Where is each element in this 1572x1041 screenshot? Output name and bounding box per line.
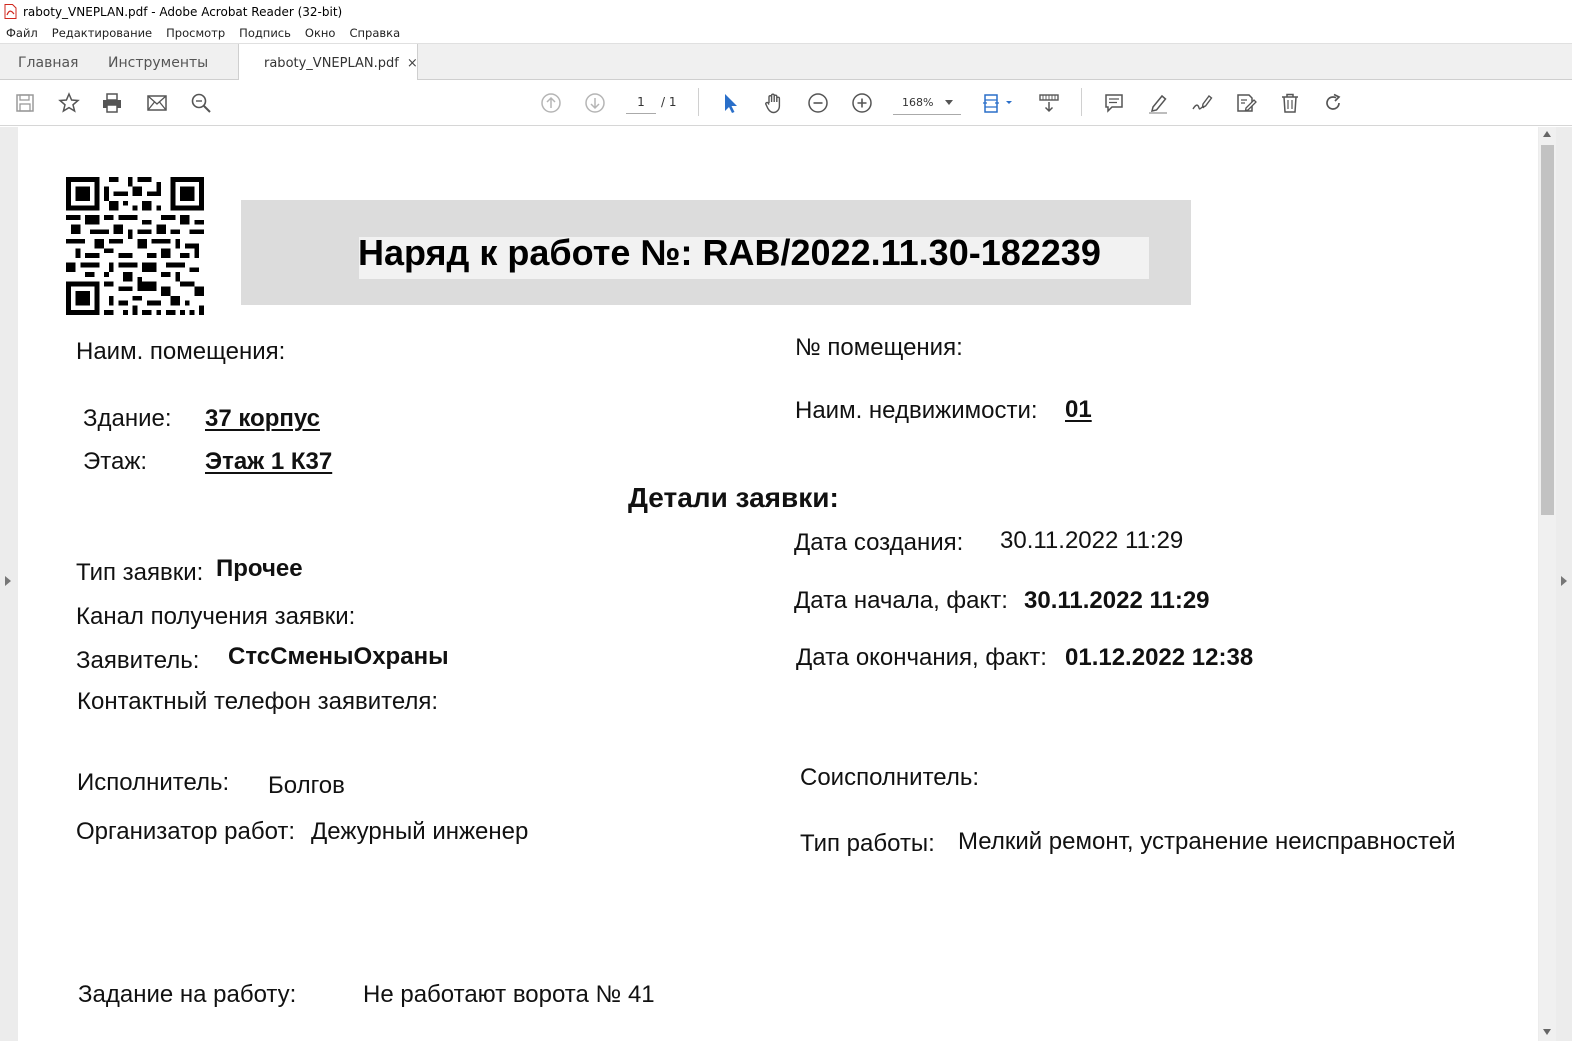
created-label: Дата создания: bbox=[794, 529, 964, 556]
floor-label: Этаж: bbox=[83, 448, 148, 475]
fill-sign-icon[interactable] bbox=[1234, 91, 1258, 115]
fit-page-icon[interactable] bbox=[981, 91, 1015, 115]
coexecutor-label: Соисполнитель: bbox=[800, 764, 980, 791]
building-value: 37 корпус bbox=[205, 405, 320, 432]
page-total: / 1 bbox=[661, 95, 677, 109]
building-label: Здание: bbox=[83, 405, 172, 432]
floor-value: Этаж 1 К37 bbox=[205, 448, 333, 475]
start-label: Дата начала, факт: bbox=[794, 587, 1008, 614]
work-type-value: Мелкий ремонт, устранение неисправностей bbox=[958, 828, 1456, 855]
channel-label: Канал получения заявки: bbox=[76, 603, 356, 630]
menu-bar: Файл Редактирование Просмотр Подпись Окн… bbox=[0, 23, 1572, 43]
window-title: raboty_VNEPLAN.pdf - Adobe Acrobat Reade… bbox=[23, 4, 343, 19]
page-down-icon[interactable] bbox=[583, 91, 607, 115]
save-icon[interactable] bbox=[13, 91, 37, 115]
toolbar-separator-2 bbox=[1081, 88, 1082, 116]
menu-edit[interactable]: Редактирование bbox=[52, 26, 152, 40]
zoom-in-icon[interactable] bbox=[850, 91, 874, 115]
document-title: Наряд к работе №: RAB/2022.11.30-182239 bbox=[358, 232, 1101, 273]
menu-help[interactable]: Справка bbox=[349, 26, 400, 40]
rotate-icon[interactable] bbox=[1321, 91, 1345, 115]
request-type-label: Тип заявки: bbox=[76, 559, 204, 586]
chevron-down-icon bbox=[945, 100, 953, 105]
menu-view[interactable]: Просмотр bbox=[166, 26, 225, 40]
left-panel-toggle-icon[interactable] bbox=[5, 576, 11, 586]
right-panel-toggle-icon[interactable] bbox=[1561, 576, 1567, 586]
start-value: 30.11.2022 11:29 bbox=[1024, 587, 1210, 614]
tab-document-label: raboty_VNEPLAN.pdf bbox=[264, 55, 399, 71]
scroll-mode-icon[interactable] bbox=[1037, 91, 1061, 115]
menu-file[interactable]: Файл bbox=[6, 26, 38, 40]
tab-home[interactable]: Главная bbox=[18, 44, 78, 81]
zoom-value: 168% bbox=[902, 95, 934, 109]
comment-icon[interactable] bbox=[1102, 91, 1126, 115]
executor-value: Болгов bbox=[268, 772, 345, 799]
scroll-down-icon[interactable] bbox=[1543, 1029, 1551, 1035]
hand-icon[interactable] bbox=[762, 91, 786, 115]
phone-label: Контактный телефон заявителя: bbox=[77, 688, 439, 715]
end-label: Дата окончания, факт: bbox=[796, 644, 1047, 671]
zoom-out-icon[interactable] bbox=[806, 91, 830, 115]
menu-sign[interactable]: Подпись bbox=[239, 26, 291, 40]
bookmark-star-icon[interactable] bbox=[57, 91, 81, 115]
work-type-label: Тип работы: bbox=[800, 830, 935, 857]
select-cursor-icon[interactable] bbox=[718, 91, 742, 115]
property-value: 01 bbox=[1065, 396, 1092, 423]
qr-code-icon bbox=[66, 177, 204, 315]
toolbar-separator bbox=[698, 88, 699, 116]
executor-label: Исполнитель: bbox=[77, 769, 230, 796]
vertical-scrollbar[interactable] bbox=[1539, 127, 1556, 1041]
acrobat-pdf-icon bbox=[4, 4, 17, 19]
email-icon[interactable] bbox=[145, 91, 169, 115]
pdf-page: Наряд к работе №: RAB/2022.11.30-182239 … bbox=[18, 127, 1538, 1041]
property-label: Наим. недвижимости: bbox=[795, 397, 1038, 424]
delete-icon[interactable] bbox=[1278, 91, 1302, 115]
applicant-value: СтсСменыОхраны bbox=[228, 643, 449, 670]
zoom-select[interactable]: 168% bbox=[893, 90, 961, 115]
print-icon[interactable] bbox=[100, 91, 124, 115]
tab-document[interactable]: raboty_VNEPLAN.pdf × bbox=[238, 44, 418, 82]
request-type-value: Прочее bbox=[216, 555, 303, 582]
highlight-icon[interactable] bbox=[1146, 91, 1170, 115]
close-tab-icon[interactable]: × bbox=[407, 56, 418, 71]
room-number-label: № помещения: bbox=[795, 334, 963, 361]
scroll-up-icon[interactable] bbox=[1543, 131, 1551, 137]
page-up-icon[interactable] bbox=[539, 91, 563, 115]
task-label: Задание на работу: bbox=[78, 981, 297, 1008]
sign-icon[interactable] bbox=[1190, 91, 1214, 115]
organizer-value: Дежурный инженер bbox=[311, 818, 529, 845]
page-number-input[interactable] bbox=[626, 90, 656, 114]
applicant-label: Заявитель: bbox=[76, 647, 200, 674]
menu-window[interactable]: Окно bbox=[305, 26, 336, 40]
organizer-label: Организатор работ: bbox=[76, 818, 296, 845]
tab-tools[interactable]: Инструменты bbox=[108, 44, 208, 81]
room-name-label: Наим. помещения: bbox=[76, 338, 286, 365]
end-value: 01.12.2022 12:38 bbox=[1065, 644, 1254, 671]
scrollbar-thumb[interactable] bbox=[1541, 145, 1554, 515]
window-titlebar: raboty_VNEPLAN.pdf - Adobe Acrobat Reade… bbox=[0, 0, 1572, 23]
task-value: Не работают ворота № 41 bbox=[363, 981, 655, 1008]
created-value: 30.11.2022 11:29 bbox=[1000, 527, 1184, 554]
find-zoom-icon[interactable] bbox=[189, 91, 213, 115]
tab-bar: Главная Инструменты raboty_VNEPLAN.pdf × bbox=[0, 43, 1572, 82]
details-heading: Детали заявки: bbox=[628, 482, 839, 513]
